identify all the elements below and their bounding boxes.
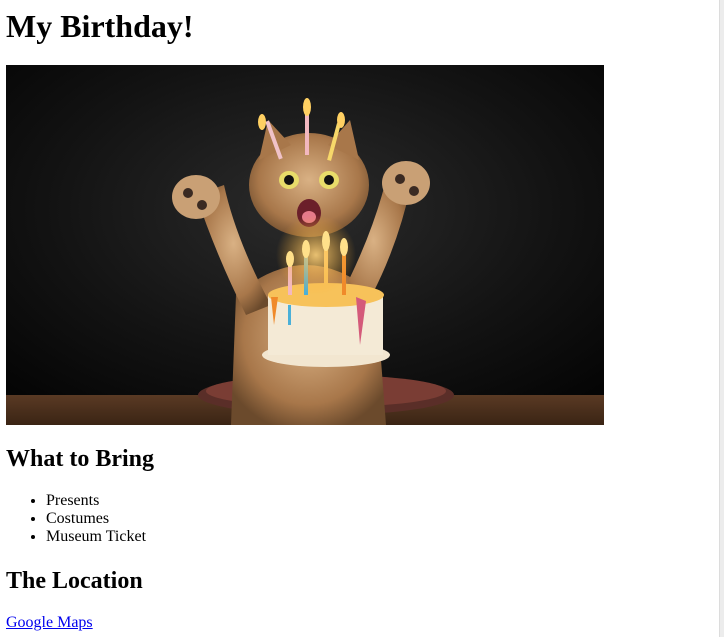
list-item: Costumes <box>46 510 146 528</box>
bring-list: Presents Costumes Museum Ticket <box>6 492 146 546</box>
location-heading: The Location <box>6 568 143 594</box>
google-maps-link[interactable]: Google Maps <box>6 614 93 632</box>
what-to-bring-heading: What to Bring <box>6 446 155 472</box>
hero-image <box>6 65 604 425</box>
page-title: My Birthday! <box>6 8 194 44</box>
list-item: Presents <box>46 492 146 510</box>
list-item: Museum Ticket <box>46 528 146 546</box>
window-scrollbar[interactable] <box>719 0 724 637</box>
